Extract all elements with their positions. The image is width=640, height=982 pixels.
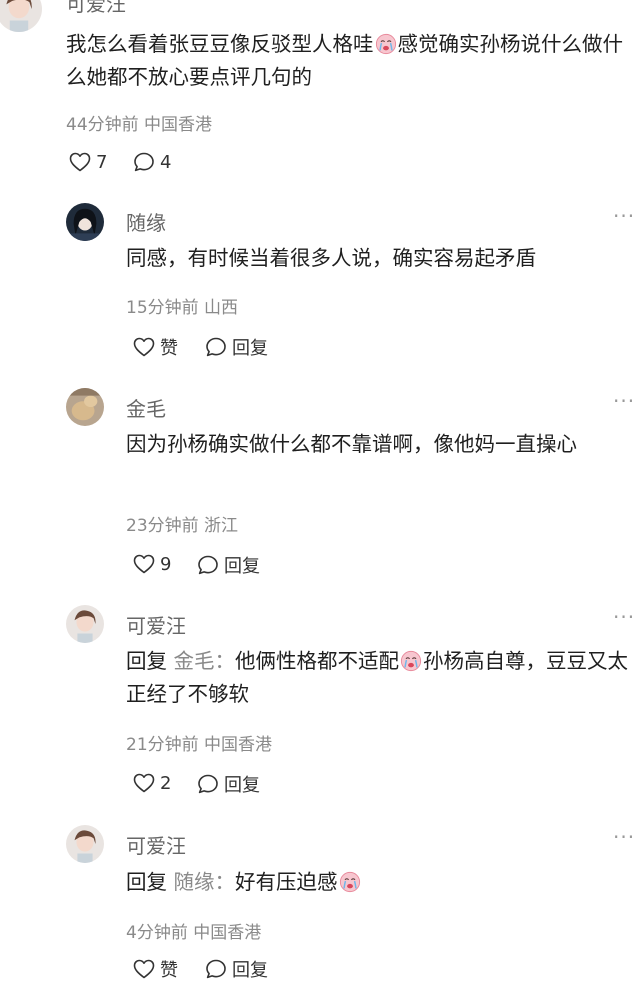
crying-face-emoji xyxy=(339,871,361,893)
more-dots-icon[interactable]: ··· xyxy=(613,605,635,629)
comment-bubble-icon xyxy=(204,957,228,981)
comment-bubble-icon xyxy=(204,335,228,359)
heart-icon xyxy=(132,957,156,981)
more-dots-icon[interactable]: ··· xyxy=(613,825,635,849)
username[interactable]: 可爱汪 xyxy=(66,0,126,17)
heart-icon xyxy=(68,150,92,174)
comment-text: 同感，有时候当着很多人说，确实容易起矛盾 xyxy=(126,246,536,270)
comment-bubble-icon xyxy=(132,150,156,174)
like-button[interactable]: 赞 xyxy=(132,956,178,982)
comment-meta: 4分钟前 中国香港 xyxy=(126,923,262,943)
comment-text: 回复 随缘：好有压迫感 xyxy=(126,866,631,899)
avatar[interactable] xyxy=(66,388,104,426)
comment-text: 因为孙杨确实做什么都不靠谱啊，像他妈一直操心 xyxy=(126,432,577,456)
reply-button[interactable]: 回复 xyxy=(204,956,268,982)
like-button[interactable]: 2 xyxy=(132,771,171,795)
crying-face-emoji xyxy=(375,33,397,55)
like-button[interactable]: 9 xyxy=(132,552,171,576)
reply-to-user[interactable]: 随缘： xyxy=(174,870,236,894)
reply-count-button[interactable]: 4 xyxy=(132,150,171,174)
comment-text: 我怎么看着张豆豆像反驳型人格哇 感觉确实孙杨说什么做什么她都不放心要点评几句的 xyxy=(66,32,623,89)
avatar[interactable] xyxy=(66,605,104,643)
comment-meta: 44分钟前 中国香港 xyxy=(66,115,213,135)
avatar[interactable] xyxy=(66,203,104,241)
heart-icon xyxy=(132,552,156,576)
comment-bubble-icon xyxy=(196,553,220,577)
avatar[interactable] xyxy=(0,0,42,32)
reply-button[interactable]: 回复 xyxy=(196,771,260,797)
comment-text: 回复 金毛：他俩性格都不适配 孙杨高自尊，豆豆又太正经了不够软 xyxy=(126,649,629,706)
comment-meta: 21分钟前 中国香港 xyxy=(126,735,273,755)
username[interactable]: 金毛 xyxy=(126,393,166,422)
reply-button[interactable]: 回复 xyxy=(196,552,260,578)
heart-icon xyxy=(132,771,156,795)
crying-face-emoji xyxy=(400,650,422,672)
like-button[interactable]: 赞 xyxy=(132,334,178,360)
reply-button[interactable]: 回复 xyxy=(204,334,268,360)
more-dots-icon[interactable]: ··· xyxy=(613,204,635,228)
username[interactable]: 随缘 xyxy=(126,207,166,236)
comment-bubble-icon xyxy=(196,772,220,796)
reply-to-user[interactable]: 金毛： xyxy=(174,649,236,673)
heart-icon xyxy=(132,335,156,359)
username[interactable]: 可爱汪 xyxy=(126,830,186,859)
comment-meta: 23分钟前 浙江 xyxy=(126,516,239,536)
like-button[interactable]: 7 xyxy=(68,150,107,174)
username[interactable]: 可爱汪 xyxy=(126,610,186,639)
comment-meta: 15分钟前 山西 xyxy=(126,298,239,318)
avatar[interactable] xyxy=(66,825,104,863)
more-dots-icon[interactable]: ··· xyxy=(613,389,635,413)
